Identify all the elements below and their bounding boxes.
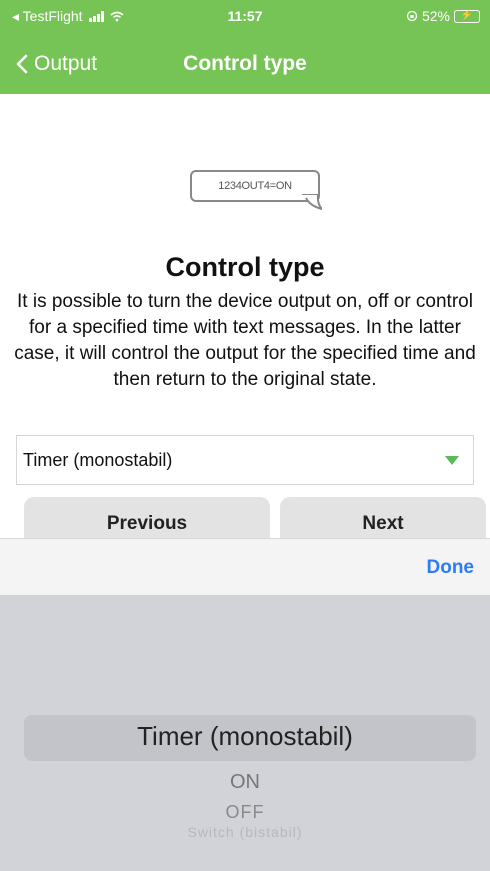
bubble-tail-icon	[302, 194, 322, 210]
picker-option-switch[interactable]: Switch (bistabil)	[0, 824, 490, 840]
orientation-lock-icon	[406, 10, 418, 22]
picker-toolbar: Done	[0, 538, 490, 596]
control-type-select[interactable]: Timer (monostabil)	[16, 435, 474, 485]
nav-bar: Output Control type	[0, 48, 490, 88]
option-picker[interactable]: Timer (monostabil) ON OFF Switch (bistab…	[0, 595, 490, 871]
status-right: 52% ⚡	[406, 8, 480, 24]
battery-charging-icon: ⚡	[454, 9, 480, 23]
picker-option-timer[interactable]: Timer (monostabil)	[0, 721, 490, 752]
status-bar: ◂ TestFlight 11:57 52% ⚡	[0, 0, 490, 30]
picker-option-on[interactable]: ON	[0, 771, 490, 794]
select-value: Timer (monostabil)	[23, 450, 173, 470]
page-title: Control type	[165, 252, 325, 282]
page-description: It is possible to turn the device output…	[14, 291, 476, 390]
battery-percent: 52%	[421, 8, 450, 24]
nav-title: Control type	[183, 52, 307, 75]
done-button[interactable]: Done	[427, 557, 475, 579]
previous-button[interactable]: Previous	[24, 497, 270, 539]
next-button[interactable]: Next	[280, 497, 486, 539]
sms-illustration: 1234OUT4=ON	[0, 164, 490, 210]
picker-option-off[interactable]: OFF	[0, 802, 490, 823]
app-header: ◂ TestFlight 11:57 52% ⚡ Output Control …	[0, 0, 490, 94]
caret-down-icon	[445, 456, 459, 465]
